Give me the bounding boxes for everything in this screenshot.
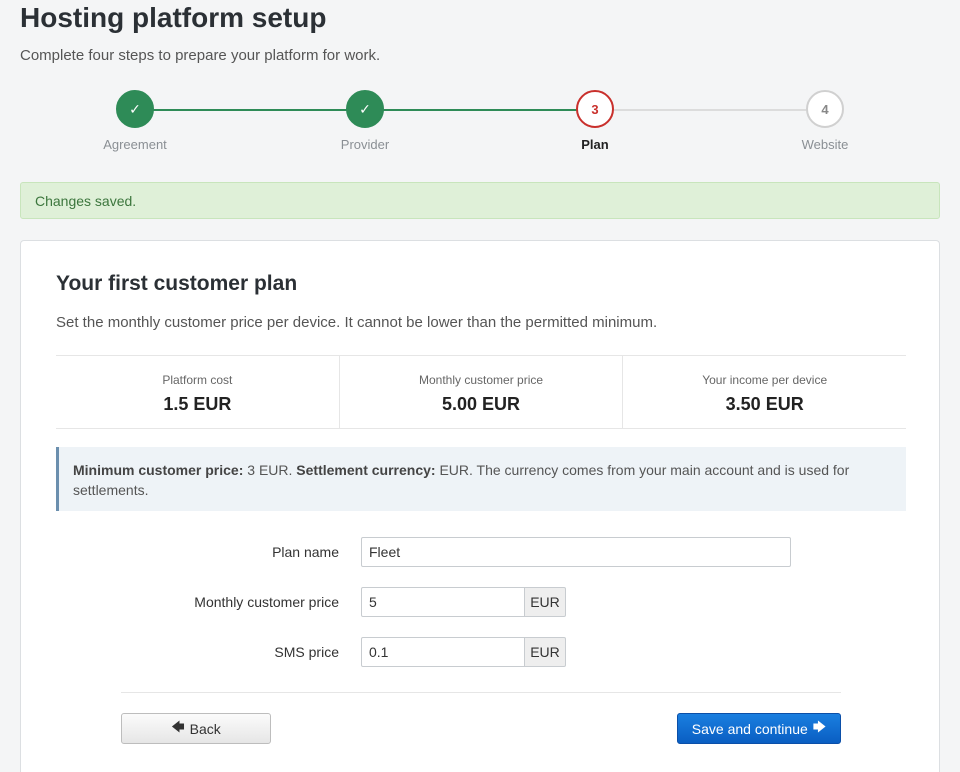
- min-price-value: 3 EUR.: [243, 462, 297, 478]
- card-description: Set the monthly customer price per devic…: [56, 314, 658, 331]
- step-provider-label: Provider: [340, 137, 390, 152]
- sms-price-input[interactable]: [361, 637, 525, 667]
- sms-price-row: SMS price EUR: [21, 637, 939, 667]
- success-alert: Changes saved.: [20, 182, 940, 219]
- step-plan[interactable]: 3 Plan: [505, 90, 685, 152]
- save-button-label: Save and continue: [691, 720, 808, 737]
- footer-divider: [121, 692, 841, 693]
- setup-stepper: ✓ Agreement ✓ Provider 3 Plan 4 Website: [20, 90, 940, 160]
- sms-price-label: SMS price: [274, 644, 339, 660]
- currency-label: Settlement currency:: [296, 462, 436, 478]
- step-website-number: 4: [806, 90, 844, 128]
- stat-platform-cost: Platform cost 1.5 EUR: [56, 356, 340, 428]
- sms-price-currency: EUR: [524, 637, 566, 667]
- step-agreement[interactable]: ✓ Agreement: [45, 90, 225, 152]
- step-agreement-check-icon: ✓: [116, 90, 154, 128]
- back-button[interactable]: 🡄 Back: [121, 713, 271, 744]
- step-agreement-label: Agreement: [103, 137, 167, 152]
- monthly-price-currency: EUR: [524, 587, 566, 617]
- stat-value: 5.00 EUR: [441, 394, 521, 414]
- step-provider[interactable]: ✓ Provider: [275, 90, 455, 152]
- save-and-continue-button[interactable]: Save and continue 🡆: [677, 713, 841, 744]
- stat-value: 1.5 EUR: [163, 394, 232, 414]
- stat-label: Monthly customer price: [418, 373, 544, 387]
- plan-stats: Platform cost 1.5 EUR Monthly customer p…: [56, 355, 906, 429]
- card-title: Your first customer plan: [56, 272, 298, 295]
- plan-name-label: Plan name: [272, 544, 339, 560]
- step-plan-label: Plan: [581, 137, 609, 152]
- step-website[interactable]: 4 Website: [735, 90, 915, 152]
- stat-label: Platform cost: [162, 373, 233, 387]
- step-provider-check-icon: ✓: [346, 90, 384, 128]
- page-title: Hosting platform setup: [20, 2, 327, 33]
- stat-value: 3.50 EUR: [725, 394, 804, 414]
- page-subtitle: Complete four steps to prepare your plat…: [20, 47, 381, 64]
- plan-card: Your first customer plan Set the monthly…: [20, 240, 940, 772]
- stat-label: Your income per device: [702, 373, 828, 387]
- pricing-info-box: Minimum customer price: 3 EUR. Settlemen…: [56, 447, 906, 511]
- arrow-left-icon: 🡄: [171, 718, 185, 734]
- stat-income: Your income per device 3.50 EUR: [623, 356, 906, 428]
- min-price-label: Minimum customer price:: [73, 462, 244, 478]
- plan-name-row: Plan name: [21, 537, 939, 567]
- arrow-right-icon: 🡆: [812, 718, 827, 734]
- monthly-price-row: Monthly customer price EUR: [21, 587, 939, 617]
- stat-monthly-price: Monthly customer price 5.00 EUR: [340, 356, 624, 428]
- back-button-label: Back: [189, 720, 221, 737]
- monthly-price-input[interactable]: [361, 587, 525, 617]
- plan-name-input[interactable]: [361, 537, 791, 567]
- step-website-label: Website: [801, 137, 849, 152]
- step-plan-number: 3: [576, 90, 614, 128]
- monthly-price-label: Monthly customer price: [194, 594, 339, 610]
